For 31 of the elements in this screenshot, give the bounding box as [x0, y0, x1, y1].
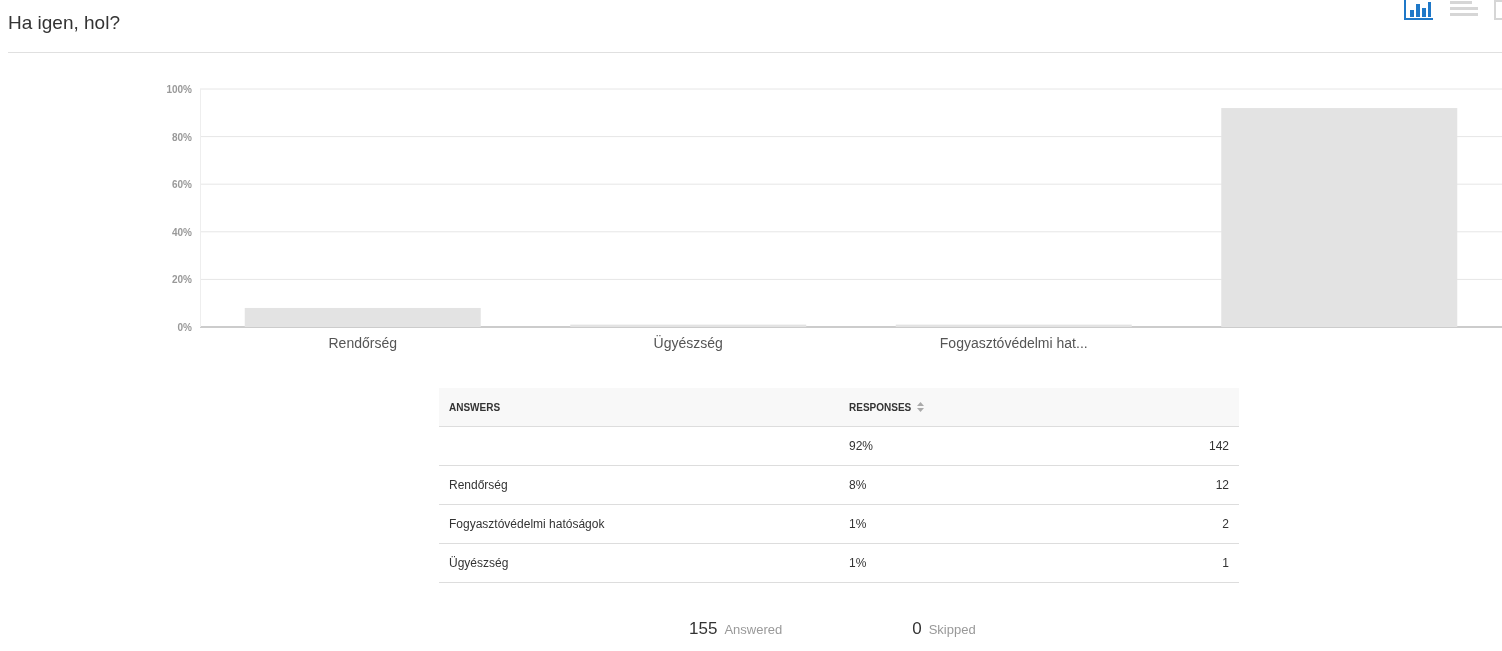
skipped-count: 0: [912, 619, 922, 639]
table-cell: 1: [1222, 556, 1229, 570]
table-cell: 1%: [849, 517, 867, 531]
column-header[interactable]: RESPONSES: [849, 401, 912, 413]
table-icon[interactable]: [1494, 0, 1502, 20]
y-axis-label: 80%: [172, 131, 192, 143]
table-cell: 2: [1222, 517, 1229, 531]
sort-icon[interactable]: [917, 402, 925, 412]
answered-label: Answered: [724, 622, 783, 637]
y-axis-label: 100%: [166, 84, 192, 95]
x-axis-label: Ügyészség: [653, 335, 723, 351]
answered-count: 155: [689, 619, 718, 639]
y-axis-label: 40%: [172, 226, 192, 238]
list-icon[interactable]: [1450, 0, 1478, 16]
table-cell: Rendőrség: [449, 478, 508, 492]
x-axis-label: Fogyasztóvédelmi hat...: [939, 335, 1088, 351]
table-cell: 1%: [849, 556, 867, 570]
table-cell: 8%: [849, 478, 867, 492]
table-cell: Ügyészség: [449, 556, 509, 570]
bar-chart-icon[interactable]: [1404, 0, 1434, 20]
y-axis-label: 60%: [172, 179, 192, 191]
table-cell: 92%: [849, 439, 874, 453]
y-axis-label: 0%: [177, 322, 192, 333]
table-cell: Fogyasztóvédelmi hatóságok: [449, 517, 605, 531]
table-cell: 142: [1208, 439, 1229, 453]
column-header: ANSWERS: [448, 401, 502, 413]
skipped-label: Skipped: [928, 622, 976, 637]
x-axis-label: Rendőrség: [328, 335, 397, 351]
table-cell: 12: [1215, 478, 1229, 492]
y-axis-label: 20%: [172, 274, 192, 286]
question-title: Ha igen, hol?: [8, 12, 120, 34]
